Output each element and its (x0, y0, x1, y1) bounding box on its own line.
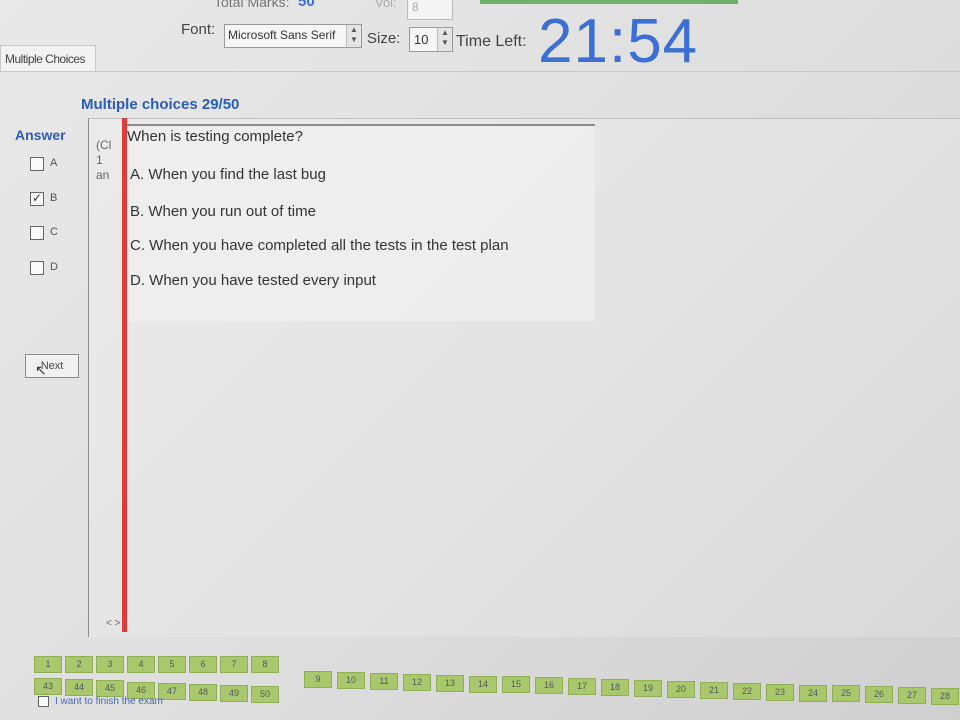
volume-stepper[interactable]: 8 (407, 0, 453, 20)
next-button[interactable]: Next (25, 354, 79, 378)
tab-label: Multiple Choices (5, 52, 86, 66)
question-option-b: B. When you run out of time (130, 203, 316, 220)
countdown-timer: 21:54 (538, 7, 699, 76)
question-nav-button[interactable]: 6 (189, 656, 217, 673)
question-nav-button[interactable]: 48 (189, 684, 217, 701)
side-column-line: 1 (96, 153, 103, 167)
question-nav-button[interactable]: 1 (34, 656, 62, 673)
question-nav-button[interactable]: 14 (469, 675, 497, 693)
question-nav-button[interactable]: 24 (799, 684, 827, 702)
answer-label-b: B (50, 192, 58, 204)
font-value: Microsoft Sans Serif (228, 28, 336, 42)
total-marks-value: 50 (298, 0, 315, 10)
question-navigation: 1 2 3 4 5 6 7 8 9 10 11 12 13 14 15 16 17 18 19 20 21 22 23 24 2… (34, 652, 960, 706)
section-title: Multiple choices 29/50 (81, 96, 240, 113)
question-nav-button[interactable]: 18 (601, 679, 629, 697)
checkbox-d[interactable] (30, 261, 44, 275)
question-nav-button[interactable]: 11 (370, 672, 398, 690)
mouse-cursor-icon: ↖ (35, 362, 47, 378)
answer-option-d[interactable]: D (30, 261, 80, 277)
question-nav-button[interactable]: 4 (127, 656, 155, 673)
size-label: Size: (367, 30, 401, 47)
question-nav-button[interactable]: 5 (158, 656, 186, 673)
question-nav-button[interactable]: 28 (931, 688, 959, 706)
question-text: When is testing complete? (127, 128, 303, 145)
question-nav-button[interactable]: 50 (251, 686, 279, 704)
question-nav-button[interactable]: 12 (403, 673, 431, 691)
size-value: 10 (414, 32, 429, 47)
tab-divider (0, 71, 960, 72)
total-marks-label: Total Marks: (214, 0, 290, 10)
question-nav-button[interactable]: 22 (733, 682, 761, 700)
question-nav-button[interactable]: 3 (96, 656, 124, 673)
question-nav-button[interactable]: 27 (898, 687, 926, 705)
font-select[interactable]: Microsoft Sans Serif ▲ ▼ (224, 24, 362, 48)
question-nav-button[interactable]: 45 (96, 680, 124, 698)
answer-option-c[interactable]: C (30, 226, 80, 242)
finish-exam-option[interactable]: I want to finish the exam (38, 696, 163, 707)
checkbox-a[interactable] (30, 157, 44, 171)
answer-option-b[interactable]: B (30, 191, 80, 208)
question-nav-button[interactable]: 17 (568, 678, 596, 696)
question-nav-button[interactable]: 25 (832, 685, 860, 703)
question-nav-button[interactable]: 13 (436, 674, 464, 692)
column-scroll-arrows[interactable]: < > (106, 618, 120, 629)
question-nav-button[interactable]: 43 (34, 678, 62, 695)
status-strip (480, 0, 738, 4)
answer-option-a[interactable]: A (30, 157, 80, 173)
question-option-c: C. When you have completed all the tests… (130, 237, 509, 254)
question-nav-button[interactable]: 23 (766, 683, 794, 701)
side-column-line: an (96, 168, 110, 182)
font-label: Font: (181, 21, 216, 38)
question-nav-button[interactable]: 21 (700, 681, 728, 699)
question-nav-button[interactable]: 20 (667, 680, 695, 698)
side-column: (Cl 1 an (96, 138, 118, 183)
question-nav-button[interactable]: 16 (535, 677, 563, 695)
question-box (127, 124, 595, 321)
font-spinner-icon[interactable]: ▲ ▼ (346, 25, 361, 47)
question-nav-button[interactable]: 19 (634, 680, 662, 697)
question-nav-button[interactable]: 26 (865, 686, 893, 704)
question-nav-button[interactable]: 9 (304, 671, 332, 688)
question-option-a: A. When you find the last bug (130, 166, 326, 183)
exam-header: Total Marks: 50 Vol: 8 Font: Microsoft S… (0, 0, 960, 76)
question-nav-button[interactable]: 49 (220, 685, 248, 703)
time-left-label: Time Left: (456, 33, 527, 50)
checkbox-b[interactable] (30, 191, 44, 206)
side-column-line: (Cl (96, 138, 112, 152)
finish-checkbox[interactable] (38, 696, 49, 707)
finish-label: I want to finish the exam (55, 696, 163, 708)
question-nav-button[interactable]: 8 (251, 656, 279, 673)
answer-label-c: C (50, 226, 58, 238)
volume-label: Vol: (375, 0, 397, 10)
answer-title: Answer (15, 127, 66, 143)
question-option-d: D. When you have tested every input (130, 272, 376, 289)
answer-label-a: A (50, 157, 58, 169)
size-spinner-icon[interactable]: ▲ ▼ (437, 28, 452, 51)
question-nav-button[interactable]: 2 (65, 656, 93, 673)
volume-value: 8 (412, 0, 419, 14)
question-nav-button[interactable]: 15 (502, 676, 530, 694)
checkbox-c[interactable] (30, 226, 44, 240)
tab-multiple-choices[interactable]: Multiple Choices (0, 45, 96, 72)
size-stepper[interactable]: 10 ▲ ▼ (409, 27, 453, 52)
question-nav-button[interactable]: 7 (220, 656, 248, 673)
answer-label-d: D (50, 261, 58, 273)
question-nav-button[interactable]: 44 (65, 679, 93, 697)
question-nav-button[interactable]: 10 (337, 671, 365, 689)
